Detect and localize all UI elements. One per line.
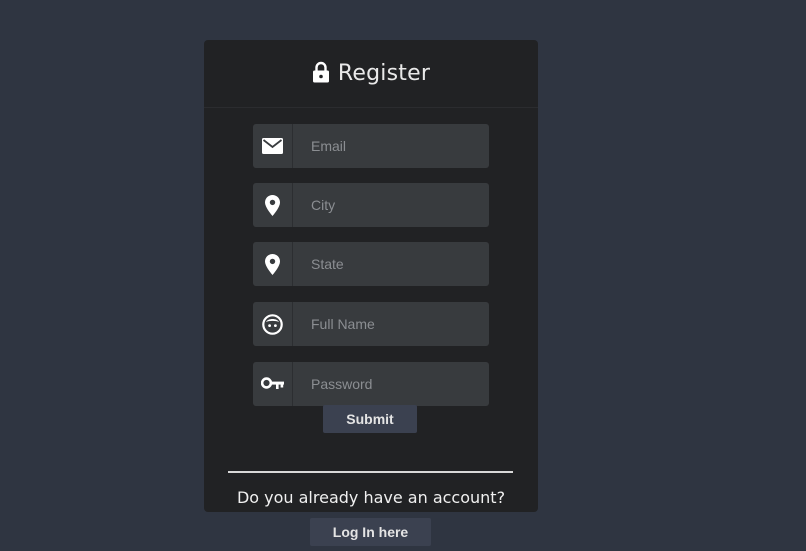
envelope-icon (262, 138, 283, 154)
key-icon (261, 377, 284, 389)
map-pin-icon (265, 253, 280, 275)
email-field[interactable] (253, 124, 492, 168)
page-title: Register (337, 61, 431, 86)
face-icon (262, 313, 283, 335)
full-name-icon-box (253, 302, 293, 346)
password-field[interactable] (253, 362, 492, 406)
divider (228, 471, 513, 473)
email-icon-box (253, 124, 293, 168)
password-icon-box (253, 362, 293, 406)
submit-button[interactable]: Submit (323, 405, 417, 433)
email-input[interactable] (293, 124, 492, 168)
page: Register Email City State Full Name Subm… (0, 0, 806, 551)
city-input[interactable] (293, 183, 492, 227)
full-name-field[interactable] (253, 302, 492, 346)
card-header: Register (204, 40, 538, 108)
state-input[interactable] (293, 242, 492, 286)
login-button[interactable]: Log In here (310, 518, 431, 546)
lock-icon (312, 61, 329, 82)
register-card: Register Email City State Full Name Subm… (204, 40, 538, 512)
city-icon-box (253, 183, 293, 227)
state-icon-box (253, 242, 293, 286)
full-name-input[interactable] (293, 302, 492, 346)
state-field[interactable] (253, 242, 492, 286)
account-prompt: Do you already have an account? (236, 488, 506, 507)
city-field[interactable] (253, 183, 492, 227)
map-pin-icon (265, 194, 280, 216)
password-input[interactable] (293, 362, 492, 406)
